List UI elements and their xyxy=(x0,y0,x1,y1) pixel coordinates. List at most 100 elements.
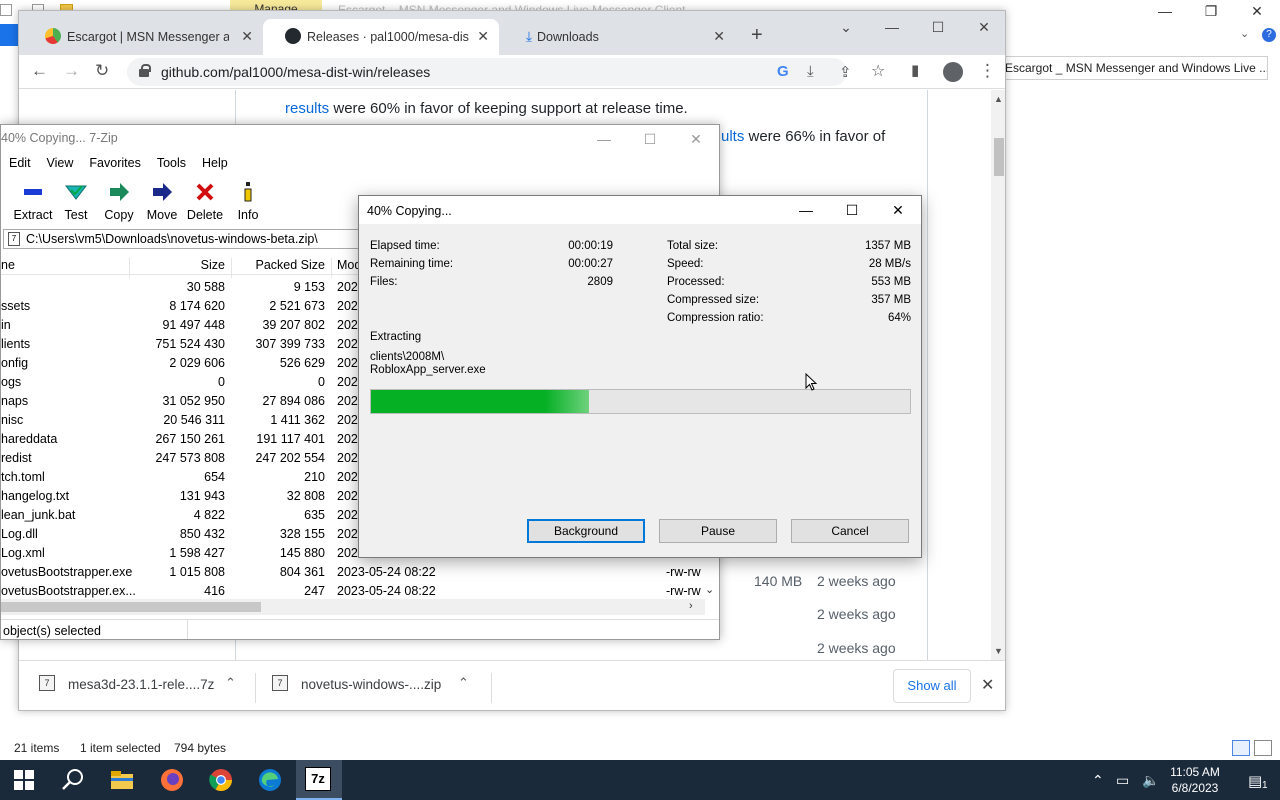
scroll-right-icon[interactable]: › xyxy=(689,600,693,612)
file-explorer-icon[interactable] xyxy=(108,766,136,794)
downloads-separator xyxy=(491,673,492,703)
explorer-address-bar[interactable]: Escargot _ MSN Messenger and Windows Liv… xyxy=(1000,56,1268,80)
scrollbar-thumb[interactable] xyxy=(1,602,261,612)
restore-icon[interactable]: ❐ xyxy=(1188,0,1234,22)
maximize-icon[interactable]: ☐ xyxy=(829,196,875,224)
asset-row[interactable]: 2 weeks ago xyxy=(719,598,919,630)
clock[interactable]: 11:05 AM 6/8/2023 xyxy=(1160,764,1230,796)
results-link[interactable]: results xyxy=(285,100,329,117)
page-scrollbar[interactable]: ▲ ▼ xyxy=(991,90,1005,660)
share-icon[interactable]: ⇪ xyxy=(839,63,852,81)
firefox-icon[interactable] xyxy=(158,766,186,794)
minimize-icon[interactable]: — xyxy=(1142,0,1188,22)
column-divider[interactable] xyxy=(231,258,232,278)
horizontal-scrollbar[interactable]: › xyxy=(1,599,705,615)
column-packed-size[interactable]: Packed Size xyxy=(256,258,325,272)
show-all-button[interactable]: Show all xyxy=(893,669,971,703)
help-icon[interactable]: ? xyxy=(1262,28,1276,42)
url-text[interactable]: github.com/pal1000/mesa-dist-win/release… xyxy=(161,64,430,80)
tab-releases[interactable]: Releases · pal1000/mesa-dist-win ✕ xyxy=(263,19,499,55)
lock-icon[interactable] xyxy=(139,64,151,77)
network-icon[interactable]: ▭ xyxy=(1116,772,1129,789)
notification-icon[interactable]: ▤ xyxy=(1248,772,1262,790)
menu-view[interactable]: View xyxy=(47,156,74,170)
chevron-up-icon[interactable]: ⌃ xyxy=(225,675,236,691)
pause-button[interactable]: Pause xyxy=(659,519,777,543)
forward-arrow-icon[interactable]: → xyxy=(63,61,80,81)
maximize-icon[interactable]: ☐ xyxy=(627,125,673,153)
tab-downloads[interactable]: ⤓ Downloads ✕ xyxy=(499,19,735,55)
menu-kebab-icon[interactable]: ⋮ xyxy=(979,61,996,81)
copy-progress-dialog: 40% Copying... — ☐ ✕ Elapsed time: 00:00… xyxy=(358,195,922,558)
google-translate-icon[interactable]: G xyxy=(777,63,789,80)
cancel-button[interactable]: Cancel xyxy=(791,519,909,543)
maximize-icon[interactable]: ☐ xyxy=(915,11,961,43)
table-row[interactable]: ovetusBootstrapper.exe 1 015 808 804 361 20… xyxy=(1,562,719,581)
close-icon[interactable]: ✕ xyxy=(961,11,1005,43)
copy-button[interactable]: Copy xyxy=(95,181,143,222)
back-arrow-icon[interactable]: ← xyxy=(31,61,48,81)
chevron-up-icon[interactable]: ⌃ xyxy=(1092,772,1104,789)
close-icon[interactable]: ✕ xyxy=(875,196,921,224)
table-row[interactable]: ovetusBootstrapper.ex... 416 247 2023-05-24… xyxy=(1,581,719,600)
large-icons-view-icon[interactable] xyxy=(1254,740,1272,756)
download-filename: novetus-windows-....zip xyxy=(301,677,442,692)
ribbon-file-tab[interactable] xyxy=(0,24,18,46)
tab-escargot[interactable]: Escargot | MSN Messenger and W ✕ xyxy=(23,19,263,55)
column-size[interactable]: Size xyxy=(201,258,225,272)
taskbar-7zip-button[interactable]: 7z xyxy=(296,760,342,800)
move-button[interactable]: Move xyxy=(138,181,186,222)
close-icon[interactable]: ✕ xyxy=(673,125,719,153)
scrollbar-thumb[interactable] xyxy=(994,138,1004,176)
chevron-down-icon[interactable]: ⌄ xyxy=(1240,27,1249,40)
extract-button[interactable]: Extract xyxy=(9,181,57,222)
chrome-icon[interactable] xyxy=(207,766,235,794)
install-app-icon[interactable]: ⤓ xyxy=(807,63,814,80)
search-icon[interactable] xyxy=(60,766,88,794)
download-item[interactable]: 7 novetus-windows-....zip ⌃ xyxy=(252,671,486,703)
close-icon[interactable]: ✕ xyxy=(981,675,994,695)
dialog-title-bar: 40% Copying... — ☐ ✕ xyxy=(359,196,921,224)
cell-size: 416 xyxy=(204,584,225,598)
tab-search-chevron-icon[interactable]: ⌄ xyxy=(823,11,869,43)
column-divider[interactable] xyxy=(331,258,332,278)
volume-muted-icon[interactable]: 🔈 xyxy=(1142,772,1159,789)
results-link[interactable]: ults xyxy=(721,128,744,145)
menu-tools[interactable]: Tools xyxy=(157,156,186,170)
cell-size: 654 xyxy=(204,470,225,484)
scroll-up-icon[interactable]: ▲ xyxy=(994,94,1003,104)
chevron-up-icon[interactable]: ⌃ xyxy=(458,675,469,691)
menu-favorites[interactable]: Favorites xyxy=(89,156,140,170)
column-divider[interactable] xyxy=(129,258,130,278)
scroll-down-icon[interactable]: ⌄ xyxy=(705,583,714,596)
close-icon[interactable]: ✕ xyxy=(713,28,725,45)
edge-icon[interactable] xyxy=(256,766,284,794)
minimize-icon[interactable]: — xyxy=(869,11,915,43)
minimize-icon[interactable]: — xyxy=(581,125,627,153)
close-icon[interactable]: ✕ xyxy=(1234,0,1280,22)
new-tab-plus-icon[interactable]: + xyxy=(751,24,763,47)
release-notes-text: were 66% in favor of xyxy=(744,128,886,145)
background-button[interactable]: Background xyxy=(527,519,645,543)
quick-access-icon[interactable] xyxy=(0,4,12,16)
side-panel-icon[interactable]: ▮ xyxy=(911,61,919,79)
archive-path-bar[interactable]: 7 C:\Users\vm5\Downloads\novetus-windows… xyxy=(3,229,363,249)
windows-start-icon[interactable] xyxy=(14,770,34,790)
bookmark-star-icon[interactable]: ☆ xyxy=(871,61,885,81)
close-icon[interactable]: ✕ xyxy=(241,28,253,45)
profile-avatar-icon[interactable] xyxy=(943,62,963,82)
minimize-icon[interactable]: — xyxy=(783,196,829,224)
asset-row[interactable]: 140 MB 2 weeks ago xyxy=(719,565,919,597)
menu-help[interactable]: Help xyxy=(202,156,228,170)
delete-button[interactable]: Delete xyxy=(181,181,229,222)
scroll-down-icon[interactable]: ▼ xyxy=(994,646,1003,656)
info-button[interactable]: Info xyxy=(224,181,272,222)
menu-edit[interactable]: Edit xyxy=(9,156,31,170)
reload-icon[interactable]: ↻ xyxy=(95,61,109,81)
test-button[interactable]: Test xyxy=(52,181,100,222)
address-bar[interactable]: github.com/pal1000/mesa-dist-win/release… xyxy=(127,58,852,86)
column-name[interactable]: ne xyxy=(1,258,15,272)
details-view-icon[interactable] xyxy=(1232,740,1250,756)
close-icon[interactable]: ✕ xyxy=(477,28,489,45)
download-item[interactable]: 7 mesa3d-23.1.1-rele....7z ⌃ xyxy=(19,671,253,703)
